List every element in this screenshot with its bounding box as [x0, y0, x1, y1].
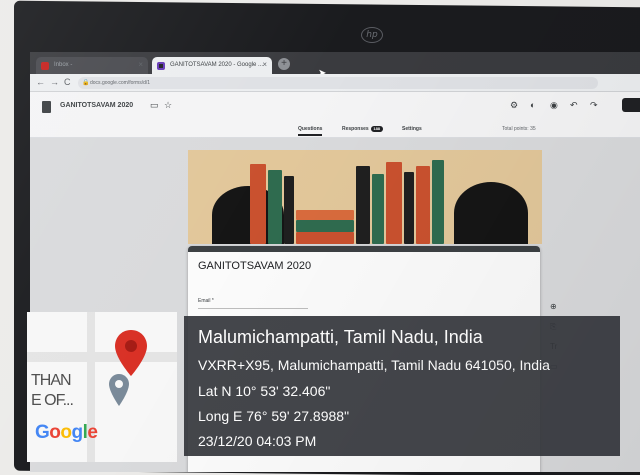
photo: hp Inbox - × GANITOTSAVAM 2020 - Google … [0, 0, 640, 475]
google-logo: Google [35, 422, 98, 443]
decor-book [404, 172, 414, 244]
folder-icon[interactable]: ▭ [150, 100, 159, 111]
new-tab-button[interactable]: + [278, 58, 290, 70]
browser-tab-strip: Inbox - × GANITOTSAVAM 2020 - Google ...… [30, 52, 640, 79]
form-title[interactable]: GANITOTSAVAM 2020 [198, 260, 311, 272]
divider [198, 308, 308, 309]
decor-book [284, 176, 294, 244]
back-icon[interactable]: ← [36, 77, 45, 87]
browser-tab-inbox[interactable]: Inbox - × [36, 57, 148, 74]
tab-label: GANITOTSAVAM 2020 - Google ... [170, 62, 264, 68]
location-city: Malumichampatti, Tamil Nadu, India [198, 327, 483, 347]
location-longitude: Long E 76° 59' 27.8988" [198, 408, 350, 424]
forms-doc-icon [42, 101, 51, 113]
form-tabs: Questions Responses 188 Settings Total po… [30, 122, 640, 138]
close-icon[interactable]: × [262, 60, 267, 69]
email-label: Email * [198, 298, 214, 304]
responses-count-badge: 188 [370, 126, 383, 132]
decor-book [296, 220, 354, 232]
addon-icon[interactable]: ⚙ [510, 100, 518, 111]
palette-icon[interactable]: ◐ [530, 100, 535, 110]
map-label-fragment: THAN [31, 372, 72, 389]
gmail-icon [41, 62, 49, 70]
location-pin-icon [115, 330, 147, 376]
location-address: VXRR+X95, Malumichampatti, Tamil Nadu 64… [198, 357, 550, 373]
lock-icon: 🔒 [82, 80, 90, 86]
location-timestamp: 23/12/20 04:03 PM [198, 433, 317, 449]
decor-book [372, 174, 384, 244]
url-text: docs.google.com/forms/d/1 [90, 80, 151, 86]
map-road [27, 352, 177, 362]
map-thumbnail: THAN E OF... Google [27, 312, 177, 462]
send-button[interactable] [622, 98, 640, 112]
tab-responses-label: Responses [342, 126, 369, 132]
decor-book [296, 232, 354, 244]
tab-responses[interactable]: Responses 188 [342, 126, 383, 132]
decor-book [268, 170, 282, 244]
preview-icon[interactable]: ◉ [550, 100, 558, 111]
location-pin-icon [109, 374, 129, 406]
decor-book [250, 164, 266, 244]
decor-book [432, 160, 444, 244]
address-bar-row: ← → C 🔒 docs.google.com/forms/d/1 [30, 74, 640, 92]
browser-tab-forms[interactable]: GANITOTSAVAM 2020 - Google ... × [152, 57, 272, 74]
tab-settings[interactable]: Settings [402, 126, 422, 132]
hp-logo: hp [361, 27, 383, 43]
decor-book [386, 162, 402, 244]
forward-icon[interactable]: → [50, 77, 59, 87]
decor-book [416, 166, 430, 244]
decor-book [356, 166, 370, 244]
decor-bush [454, 182, 528, 244]
reload-icon[interactable]: C [64, 77, 71, 87]
total-points: Total points: 35 [502, 126, 536, 132]
tab-label: Inbox - [54, 62, 73, 68]
forms-header: GANITOTSAVAM 2020 ▭ ☆ ⚙ ◐ ◉ ↶ ↷ Question… [30, 92, 640, 138]
doc-title[interactable]: GANITOTSAVAM 2020 [60, 102, 133, 109]
map-label-fragment: E OF... [31, 392, 74, 409]
star-icon[interactable]: ☆ [164, 100, 172, 111]
url-field[interactable]: 🔒 docs.google.com/forms/d/1 [78, 77, 598, 89]
decor-book [296, 210, 354, 220]
form-header-image [188, 150, 542, 244]
redo-icon[interactable]: ↷ [590, 100, 598, 111]
geotag-overlay: Malumichampatti, Tamil Nadu, India VXRR+… [184, 316, 620, 456]
add-question-icon[interactable]: ⊕ [550, 302, 557, 311]
forms-icon [157, 62, 165, 70]
tab-questions[interactable]: Questions [298, 126, 323, 136]
undo-icon[interactable]: ↶ [570, 100, 578, 111]
location-latitude: Lat N 10° 53' 32.406" [198, 383, 331, 399]
close-icon[interactable]: × [138, 60, 143, 69]
